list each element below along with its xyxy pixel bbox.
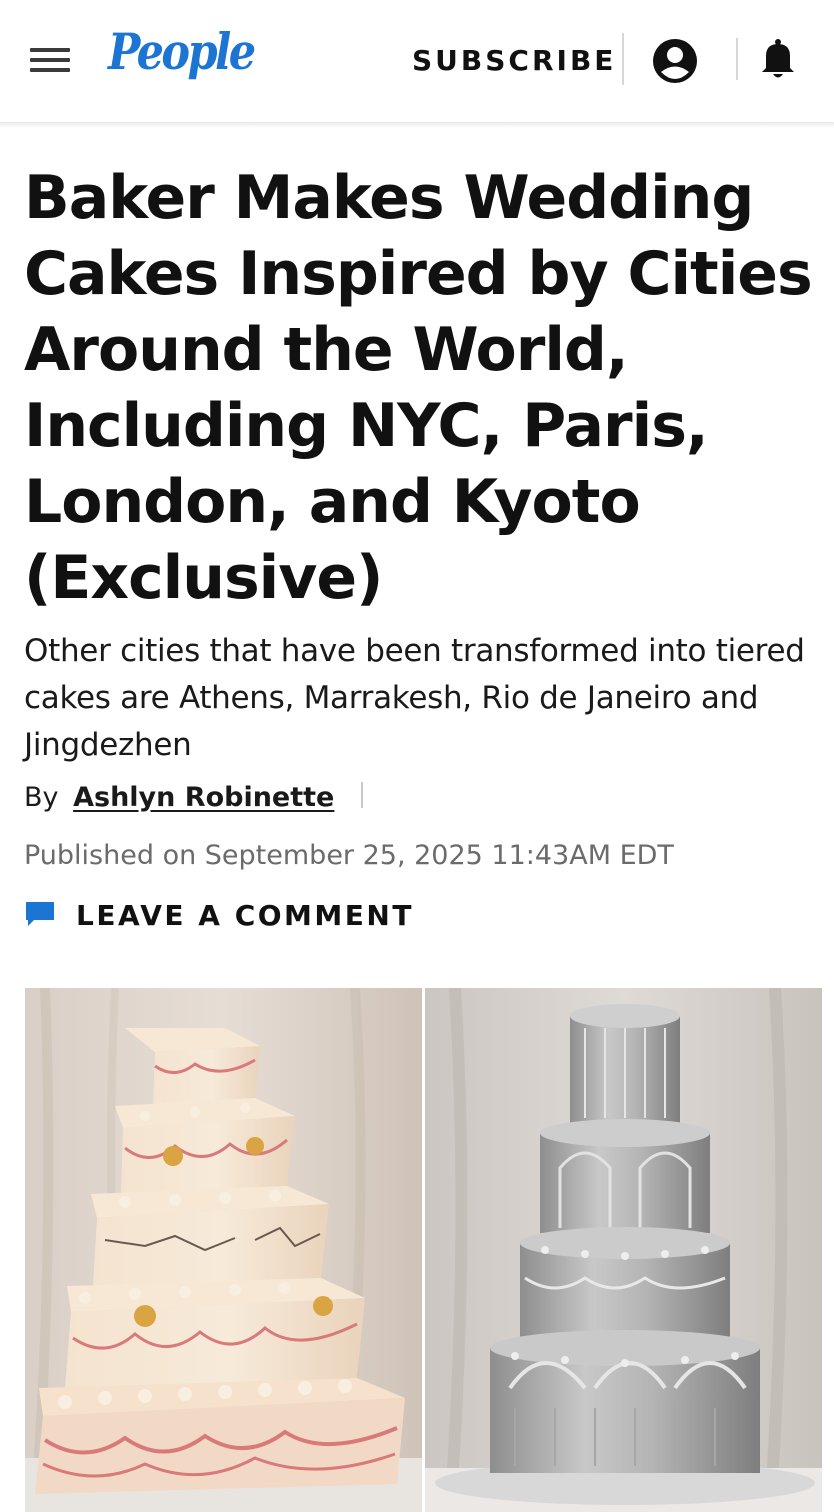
site-header: People SUBSCRIBE [0,0,834,122]
byline: By Ashlyn Robinette [24,782,363,813]
comment-icon [26,902,54,926]
article-headline: Baker Makes Wedding Cakes Inspired by Ci… [24,163,813,613]
bell-icon[interactable] [758,38,798,80]
hamburger-menu-icon[interactable] [30,44,72,74]
account-icon[interactable] [651,37,699,85]
header-divider [622,33,624,85]
header-divider [736,38,738,80]
byline-prefix: By [24,782,59,813]
pink-cake-photo[interactable] [25,988,422,1512]
author-link[interactable]: Ashlyn Robinette [73,782,334,813]
hero-image-gallery [25,988,822,1512]
published-date: Published on September 25, 2025 11:43AM … [24,840,674,871]
silver-cake-photo[interactable] [425,988,822,1512]
people-logo[interactable]: People [108,22,256,81]
subscribe-button[interactable]: SUBSCRIBE [412,44,616,77]
byline-divider [360,782,363,808]
article-dek: Other cities that have been transformed … [24,633,805,763]
leave-comment-label: LEAVE A COMMENT [76,899,414,932]
header-shadow [0,122,834,128]
